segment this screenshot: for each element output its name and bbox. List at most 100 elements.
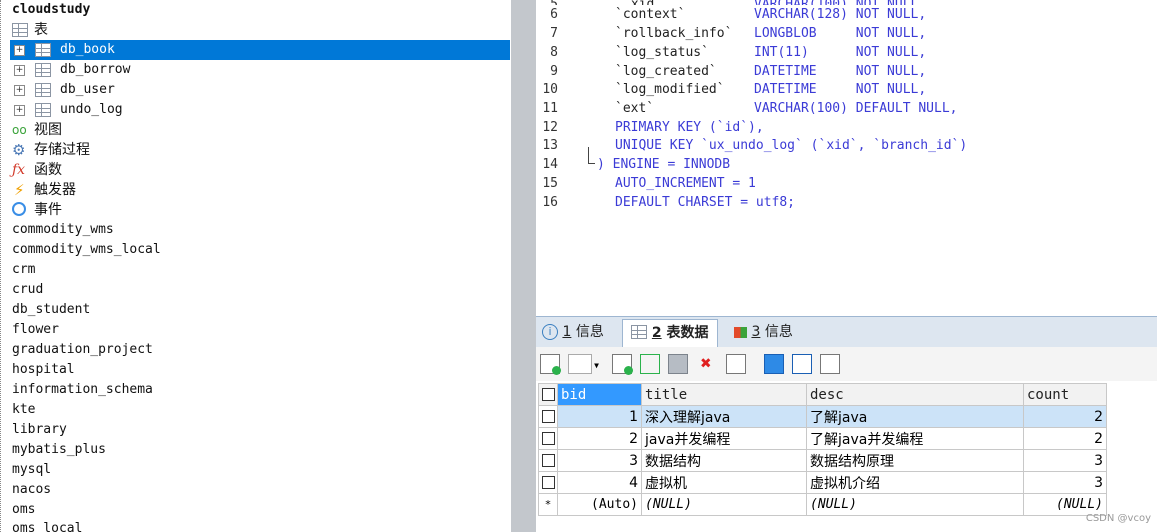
cell-title[interactable]: java并发编程 (641, 427, 807, 450)
query-panel: 5 `xid` VARCHAR(100) NOT NULL, 6 `contex… (536, 0, 1157, 532)
db-node-cloudstudy[interactable]: cloudstudy (12, 0, 90, 20)
info-icon: i (542, 324, 558, 340)
expand-icon[interactable]: + (14, 85, 25, 96)
expand-icon[interactable]: + (14, 65, 25, 76)
code-line: 13 UNIQUE KEY `ux_undo_log` (`xid`, `bra… (542, 138, 968, 153)
sql-editor[interactable]: 5 `xid` VARCHAR(100) NOT NULL, 6 `contex… (536, 0, 1157, 314)
tab-info-1[interactable]: i 1 信息 (542, 319, 604, 346)
column-header-desc[interactable]: desc (806, 383, 1024, 406)
cell-title[interactable]: 虚拟机 (641, 471, 807, 494)
cell-bid[interactable]: 4 (557, 471, 642, 494)
fold-guide (588, 147, 595, 164)
code-line: 14 ) ENGINE = INNODB (536, 147, 1157, 175)
delete-icon[interactable]: ✖ (696, 354, 716, 374)
db-node[interactable]: library (12, 420, 67, 440)
tree-guide-line (0, 0, 4, 532)
cell-desc[interactable]: 虚拟机介绍 (806, 471, 1024, 494)
view-icon: oo (12, 123, 27, 137)
code-line: 6 `context` VARCHAR(128) NOT NULL, (536, 5, 1157, 25)
code-line: 12 PRIMARY KEY (`id`), (542, 120, 764, 135)
table-icon (35, 63, 51, 77)
column-header-count[interactable]: count (1023, 383, 1107, 406)
expand-icon[interactable]: + (14, 45, 25, 56)
table-row[interactable]: 3 数据结构 数据结构原理 3 (538, 449, 1107, 472)
add-row-icon[interactable] (612, 354, 633, 375)
code-line: 11 `ext` VARCHAR(100) DEFAULT NULL, (542, 101, 958, 116)
object-browser: cloudstudy 表 + db_book + db_borrow + db_… (0, 0, 511, 532)
table-row[interactable]: 2 java并发编程 了解java并发编程 2 (538, 427, 1107, 450)
cell-title[interactable]: (NULL) (641, 493, 807, 516)
row-checkbox[interactable] (538, 427, 558, 450)
code-line: 15 AUTO_INCREMENT = 1 (542, 176, 756, 191)
db-node[interactable]: kte (12, 400, 35, 420)
cell-desc[interactable]: 了解java并发编程 (806, 427, 1024, 450)
db-node[interactable]: graduation_project (12, 340, 153, 360)
result-tabs: i 1 信息 2 表数据 3 信息 (536, 316, 1157, 347)
cell-count[interactable]: 3 (1023, 449, 1107, 472)
cell-desc[interactable]: (NULL) (806, 493, 1024, 516)
code-line: 8 `log_status` INT(11) NOT NULL, (550, 45, 927, 60)
db-node[interactable]: information_schema (12, 380, 153, 400)
cell-count[interactable]: 3 (1023, 471, 1107, 494)
cell-title[interactable]: 深入理解java (641, 405, 807, 428)
db-node[interactable]: crud (12, 280, 43, 300)
db-node[interactable]: commodity_wms_local (12, 240, 161, 260)
form-mode-icon[interactable] (792, 354, 812, 374)
new-row[interactable]: * (Auto) (NULL) (NULL) (NULL) (538, 493, 1107, 516)
db-node[interactable]: oms (12, 500, 35, 520)
grid-mode-icon[interactable] (764, 354, 784, 374)
db-node[interactable]: commodity_wms (12, 220, 114, 240)
cell-count[interactable]: 2 (1023, 427, 1107, 450)
db-node[interactable]: crm (12, 260, 35, 280)
cell-bid[interactable]: 3 (557, 449, 642, 472)
row-checkbox[interactable] (538, 449, 558, 472)
cell-count[interactable]: 2 (1023, 405, 1107, 428)
lightning-icon: ⚡ (14, 181, 25, 199)
db-node[interactable]: mybatis_plus (12, 440, 106, 460)
table-folder-icon (12, 23, 28, 37)
header-row: bid title desc count (538, 383, 1107, 406)
table-row[interactable]: 4 虚拟机 虚拟机介绍 3 (538, 471, 1107, 494)
refresh-icon[interactable] (540, 354, 561, 375)
select-all-checkbox[interactable] (538, 383, 558, 406)
db-node[interactable]: mysql (12, 460, 51, 480)
column-header-title[interactable]: title (641, 383, 807, 406)
tab-info-3[interactable]: 3 信息 (734, 319, 793, 346)
code-line: 9 `log_created` DATETIME NOT NULL, (550, 64, 927, 79)
db-node[interactable]: db_student (12, 300, 90, 320)
cell-desc[interactable]: 数据结构原理 (806, 449, 1024, 472)
table-icon (35, 83, 51, 97)
table-node-db_book[interactable]: + db_book (10, 40, 510, 60)
grid-view-dropdown-icon[interactable]: ▼ (568, 354, 599, 374)
info-chart-icon (734, 326, 747, 338)
row-checkbox[interactable] (538, 405, 558, 428)
discard-icon[interactable] (726, 354, 746, 374)
result-grid: bid title desc count 1 深入理解java 了解java 2… (536, 383, 1157, 532)
cell-bid[interactable]: (Auto) (557, 493, 642, 516)
row-checkbox[interactable] (538, 471, 558, 494)
function-icon: ƒx (12, 162, 26, 178)
table-icon (35, 103, 51, 117)
duplicate-row-icon[interactable] (640, 354, 660, 374)
code-line: 10 `log_modified` DATETIME NOT NULL, (542, 82, 927, 97)
db-node[interactable]: nacos (12, 480, 51, 500)
table-row[interactable]: 1 深入理解java 了解java 2 (538, 405, 1107, 428)
grid-toolbar: ▼ ✖ (536, 347, 1157, 381)
data-table: bid title desc count 1 深入理解java 了解java 2… (538, 383, 1107, 516)
cell-bid[interactable]: 2 (557, 427, 642, 450)
cell-title[interactable]: 数据结构 (641, 449, 807, 472)
tab-table-data[interactable]: 2 表数据 (622, 319, 718, 347)
cell-bid[interactable]: 1 (557, 405, 642, 428)
pane-splitter[interactable] (511, 0, 536, 532)
new-row-marker: * (538, 493, 558, 516)
db-node[interactable]: oms_local (12, 519, 82, 532)
watermark: CSDN @vcoy (1085, 513, 1151, 524)
db-node[interactable]: flower (12, 320, 59, 340)
save-icon[interactable] (668, 354, 688, 374)
expand-icon[interactable]: + (14, 105, 25, 116)
db-node[interactable]: hospital (12, 360, 75, 380)
clock-icon (12, 202, 26, 216)
cell-desc[interactable]: 了解java (806, 405, 1024, 428)
column-header-bid[interactable]: bid (557, 383, 642, 406)
text-mode-icon[interactable] (820, 354, 840, 374)
